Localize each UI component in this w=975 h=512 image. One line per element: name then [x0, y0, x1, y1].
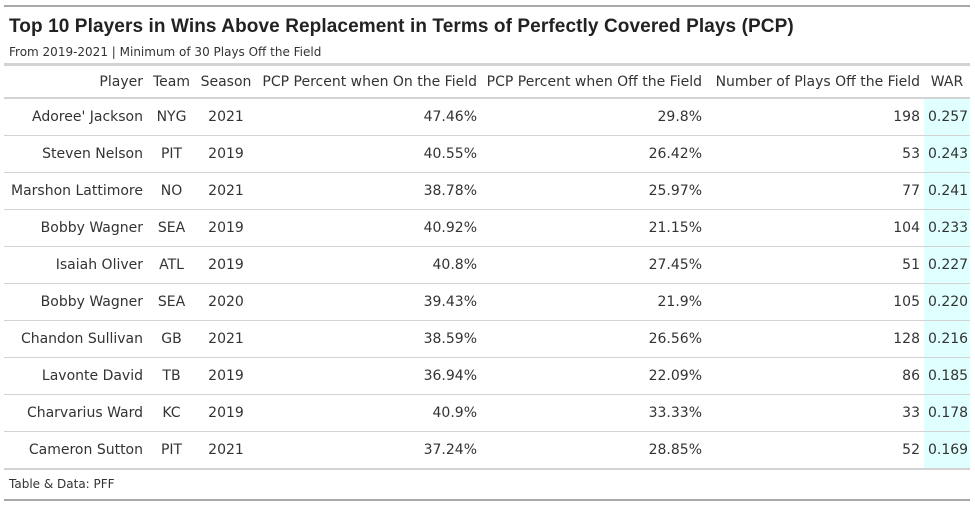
cell-pcp-on: 40.92%	[256, 209, 481, 247]
cell-plays-off: 128	[706, 320, 924, 358]
cell-pcp-off: 25.97%	[481, 172, 706, 210]
cell-plays-off: 198	[706, 98, 924, 136]
cell-player: Bobby Wagner	[4, 283, 147, 321]
column-header-player: Player	[4, 66, 147, 99]
table-row: Charvarius Ward KC 2019 40.9% 33.33% 33 0.178	[4, 394, 970, 432]
cell-war: 0.233	[924, 209, 970, 247]
cell-pcp-off: 21.9%	[481, 283, 706, 321]
cell-pcp-off: 26.42%	[481, 135, 706, 173]
cell-war: 0.243	[924, 135, 970, 173]
cell-player: Charvarius Ward	[4, 394, 147, 432]
cell-plays-off: 52	[706, 431, 924, 470]
cell-plays-off: 33	[706, 394, 924, 432]
cell-war: 0.178	[924, 394, 970, 432]
table-row: Chandon Sullivan GB 2021 38.59% 26.56% 128 0.2…	[4, 320, 970, 358]
cell-war: 0.169	[924, 431, 970, 470]
source-note: Table & Data: PFF	[9, 477, 115, 491]
cell-team: TB	[147, 357, 196, 395]
cell-season: 2019	[196, 246, 256, 284]
cell-pcp-on: 38.78%	[256, 172, 481, 210]
header-row: Player Team Season PCP Percent when On the …	[4, 66, 970, 99]
cell-team: GB	[147, 320, 196, 358]
cell-pcp-on: 47.46%	[256, 98, 481, 136]
cell-pcp-on: 38.59%	[256, 320, 481, 358]
bottom-rule	[4, 499, 970, 501]
cell-season: 2021	[196, 98, 256, 136]
table-row: Adoree' Jackson NYG 2021 47.46% 29.8% 198 0.25…	[4, 98, 970, 136]
cell-team: KC	[147, 394, 196, 432]
cell-season: 2019	[196, 357, 256, 395]
column-header-pcp-on: PCP Percent when On the Field	[256, 66, 481, 99]
cell-pcp-on: 37.24%	[256, 431, 481, 470]
cell-war: 0.227	[924, 246, 970, 284]
cell-player: Chandon Sullivan	[4, 320, 147, 358]
cell-plays-off: 86	[706, 357, 924, 395]
cell-war: 0.241	[924, 172, 970, 210]
war-table: Player Team Season PCP Percent when On the …	[4, 66, 970, 470]
cell-pcp-on: 40.9%	[256, 394, 481, 432]
table-body: Adoree' Jackson NYG 2021 47.46% 29.8% 198 0.25…	[4, 98, 970, 470]
cell-team: NO	[147, 172, 196, 210]
table-title: Top 10 Players in Wins Above Replacement…	[9, 16, 794, 37]
cell-team: PIT	[147, 135, 196, 173]
cell-season: 2021	[196, 320, 256, 358]
cell-plays-off: 51	[706, 246, 924, 284]
cell-war: 0.185	[924, 357, 970, 395]
cell-plays-off: 105	[706, 283, 924, 321]
table-subtitle: From 2019-2021 | Minimum of 30 Plays Off…	[9, 45, 322, 59]
cell-plays-off: 104	[706, 209, 924, 247]
cell-pcp-on: 39.43%	[256, 283, 481, 321]
table-row: Marshon Lattimore NO 2021 38.78% 25.97% 77 0.2…	[4, 172, 970, 210]
cell-team: ATL	[147, 246, 196, 284]
cell-team: PIT	[147, 431, 196, 470]
cell-pcp-off: 28.85%	[481, 431, 706, 470]
cell-player: Steven Nelson	[4, 135, 147, 173]
cell-season: 2020	[196, 283, 256, 321]
cell-season: 2019	[196, 135, 256, 173]
table-row: Steven Nelson PIT 2019 40.55% 26.42% 53 0.243	[4, 135, 970, 173]
cell-pcp-off: 29.8%	[481, 98, 706, 136]
cell-plays-off: 53	[706, 135, 924, 173]
cell-season: 2021	[196, 431, 256, 470]
cell-plays-off: 77	[706, 172, 924, 210]
table-row: Bobby Wagner SEA 2019 40.92% 21.15% 104 0.233	[4, 209, 970, 247]
cell-player: Marshon Lattimore	[4, 172, 147, 210]
cell-player: Cameron Sutton	[4, 431, 147, 470]
cell-player: Adoree' Jackson	[4, 98, 147, 136]
cell-pcp-on: 36.94%	[256, 357, 481, 395]
column-header-team: Team	[147, 66, 196, 99]
cell-pcp-off: 33.33%	[481, 394, 706, 432]
column-header-war: WAR	[924, 66, 970, 99]
table-row: Cameron Sutton PIT 2021 37.24% 28.85% 52 0.169	[4, 431, 970, 470]
cell-pcp-off: 26.56%	[481, 320, 706, 358]
column-header-pcp-off: PCP Percent when Off the Field	[481, 66, 706, 99]
cell-war: 0.216	[924, 320, 970, 358]
cell-pcp-off: 22.09%	[481, 357, 706, 395]
cell-player: Lavonte David	[4, 357, 147, 395]
cell-pcp-off: 21.15%	[481, 209, 706, 247]
cell-season: 2021	[196, 172, 256, 210]
cell-war: 0.220	[924, 283, 970, 321]
column-header-season: Season	[196, 66, 256, 99]
cell-player: Isaiah Oliver	[4, 246, 147, 284]
cell-season: 2019	[196, 209, 256, 247]
cell-pcp-on: 40.55%	[256, 135, 481, 173]
cell-pcp-on: 40.8%	[256, 246, 481, 284]
table-row: Bobby Wagner SEA 2020 39.43% 21.9% 105 0.220	[4, 283, 970, 321]
table-row: Isaiah Oliver ATL 2019 40.8% 27.45% 51 0.227	[4, 246, 970, 284]
cell-pcp-off: 27.45%	[481, 246, 706, 284]
table-row: Lavonte David TB 2019 36.94% 22.09% 86 0.185	[4, 357, 970, 395]
column-header-plays-off: Number of Plays Off the Field	[706, 66, 924, 99]
cell-war: 0.257	[924, 98, 970, 136]
cell-player: Bobby Wagner	[4, 209, 147, 247]
cell-season: 2019	[196, 394, 256, 432]
cell-team: SEA	[147, 283, 196, 321]
cell-team: NYG	[147, 98, 196, 136]
table-figure: Top 10 Players in Wins Above Replacement…	[4, 5, 970, 501]
cell-team: SEA	[147, 209, 196, 247]
